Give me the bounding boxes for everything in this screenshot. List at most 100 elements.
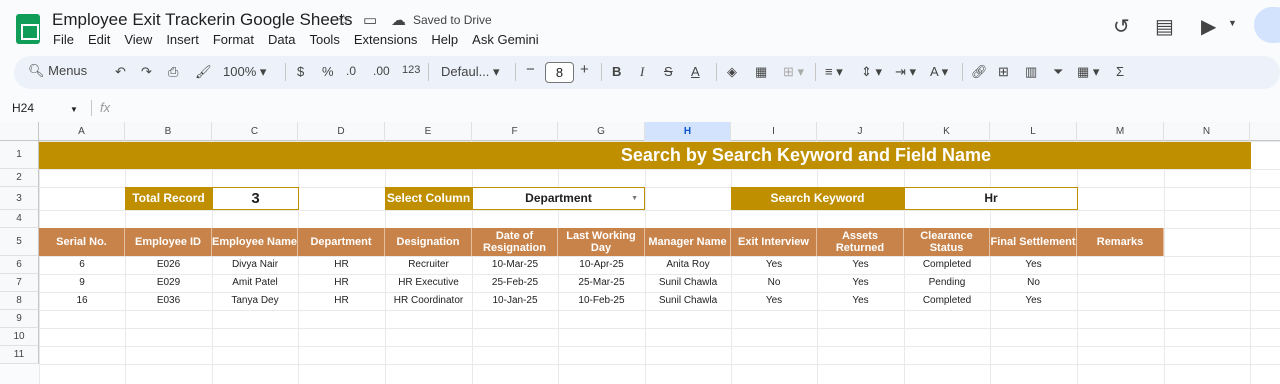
paint-format-icon[interactable]: 🖌︎ (195, 64, 212, 80)
currency-format-button[interactable]: $ (297, 64, 304, 79)
table-header-serial-no[interactable]: Serial No. (39, 228, 125, 256)
search-keyword-label[interactable]: Search Keyword (731, 187, 904, 210)
menus-search[interactable]: 🔍︎ Menus (28, 63, 87, 79)
name-box[interactable]: H24 ▼ (12, 101, 78, 115)
search-keyword-value[interactable]: Hr (904, 187, 1078, 210)
table-header-department[interactable]: Department (298, 228, 385, 256)
number-format-button[interactable]: 123 (402, 64, 420, 76)
move-folder-icon[interactable]: ▭ (363, 11, 377, 29)
table-cell[interactable]: Anita Roy (645, 256, 731, 274)
decrease-decimal-button[interactable]: .0 (346, 64, 356, 78)
table-cell[interactable]: Divya Nair (212, 256, 298, 274)
meet-icon[interactable]: ▶ (1201, 14, 1216, 39)
table-cell[interactable]: HR Executive (385, 274, 472, 292)
table-cell[interactable]: Recruiter (385, 256, 472, 274)
menu-data[interactable]: Data (267, 32, 296, 47)
table-header-remarks[interactable]: Remarks (1077, 228, 1164, 256)
star-icon[interactable]: ☆ (337, 11, 350, 29)
menu-tools[interactable]: Tools (308, 32, 340, 47)
table-header-manager-name[interactable]: Manager Name (645, 228, 731, 256)
table-cell[interactable]: Yes (990, 292, 1077, 310)
fill-color-icon[interactable]: ◈ (727, 64, 737, 80)
meet-dropdown-icon[interactable]: ▼ (1228, 18, 1237, 28)
dropdown-arrow-icon[interactable]: ▼ (631, 188, 638, 209)
text-wrapping-icon[interactable]: ⇥ ▾ (895, 64, 916, 80)
table-header-clearance-status[interactable]: Clearance Status (904, 228, 990, 256)
table-cell[interactable]: 6 (39, 256, 125, 274)
table-cell[interactable]: Pending (904, 274, 990, 292)
font-size-input[interactable]: 8 (545, 62, 574, 83)
row-header-3[interactable]: 3 (0, 187, 39, 210)
row-header-8[interactable]: 8 (0, 292, 39, 310)
font-select[interactable]: Defaul... ▾ (441, 64, 500, 80)
menu-format[interactable]: Format (212, 32, 255, 47)
total-record-value[interactable]: 3 (212, 187, 299, 210)
version-history-icon[interactable]: ↺ (1113, 14, 1130, 39)
column-header-j[interactable]: J (817, 122, 904, 141)
merge-cells-icon[interactable]: ⊞ ▾ (783, 64, 804, 80)
text-color-button[interactable]: A (691, 64, 700, 79)
total-record-label[interactable]: Total Record (125, 187, 212, 210)
table-cell[interactable]: Yes (817, 292, 904, 310)
insert-link-icon[interactable]: 🔗︎ (971, 64, 988, 80)
table-cell[interactable]: Yes (817, 274, 904, 292)
table-cell[interactable]: Amit Patel (212, 274, 298, 292)
horizontal-align-icon[interactable]: ≡ ▾ (825, 64, 843, 80)
row-header-6[interactable]: 6 (0, 256, 39, 274)
bold-button[interactable]: B (612, 64, 621, 79)
decrease-font-size-button[interactable]: − (526, 61, 535, 78)
select-column-dropdown[interactable]: Department ▼ (472, 187, 645, 210)
table-cell[interactable]: 10-Feb-25 (558, 292, 645, 310)
column-header-h[interactable]: H (645, 122, 731, 141)
increase-font-size-button[interactable]: + (580, 61, 589, 78)
menu-insert[interactable]: Insert (165, 32, 200, 47)
insert-comment-icon[interactable]: ⊞ (998, 64, 1009, 80)
column-header-k[interactable]: K (904, 122, 990, 141)
table-cell[interactable]: E026 (125, 256, 212, 274)
menu-help[interactable]: Help (430, 32, 459, 47)
table-cell[interactable]: E029 (125, 274, 212, 292)
table-cell[interactable]: No (731, 274, 817, 292)
table-cell[interactable]: Sunil Chawla (645, 292, 731, 310)
table-cell[interactable]: Yes (731, 292, 817, 310)
name-box-dropdown-icon[interactable]: ▼ (70, 105, 78, 114)
table-cell[interactable]: HR Coordinator (385, 292, 472, 310)
menu-edit[interactable]: Edit (87, 32, 111, 47)
table-cell[interactable] (1077, 274, 1164, 292)
zoom-select[interactable]: 100% ▾ (223, 64, 266, 80)
table-cell[interactable]: 25-Feb-25 (472, 274, 558, 292)
table-header-employee-name[interactable]: Employee Name (212, 228, 298, 256)
column-header-f[interactable]: F (472, 122, 558, 141)
table-cell[interactable]: 9 (39, 274, 125, 292)
row-header-9[interactable]: 9 (0, 310, 39, 328)
row-header-1[interactable]: 1 (0, 141, 39, 169)
select-column-label[interactable]: Select Column (385, 187, 472, 210)
sheet-banner[interactable]: Search by Search Keyword and Field Name (39, 142, 1251, 169)
menu-file[interactable]: File (52, 32, 75, 47)
filter-icon[interactable]: ⏷ (1053, 64, 1063, 80)
row-header-10[interactable]: 10 (0, 328, 39, 346)
menu-extensions[interactable]: Extensions (353, 32, 419, 47)
table-cell[interactable]: Completed (904, 292, 990, 310)
table-cell[interactable]: 10-Mar-25 (472, 256, 558, 274)
column-header-l[interactable]: L (990, 122, 1077, 141)
table-header-exit-interview[interactable]: Exit Interview (731, 228, 817, 256)
row-header-11[interactable]: 11 (0, 346, 39, 364)
table-cell[interactable]: 16 (39, 292, 125, 310)
share-button[interactable] (1254, 7, 1280, 43)
functions-icon[interactable]: Σ (1116, 64, 1124, 79)
strikethrough-button[interactable]: S (664, 64, 673, 79)
table-header-assets-returned[interactable]: Assets Returned (817, 228, 904, 256)
table-header-designation[interactable]: Designation (385, 228, 472, 256)
table-cell[interactable]: 25-Mar-25 (558, 274, 645, 292)
borders-icon[interactable]: ▦ (755, 64, 767, 80)
column-header-a[interactable]: A (39, 122, 125, 141)
italic-button[interactable]: I (640, 64, 644, 80)
print-icon[interactable]: ⎙ (168, 64, 178, 80)
table-cell[interactable]: No (990, 274, 1077, 292)
table-cell[interactable] (1077, 292, 1164, 310)
insert-chart-icon[interactable]: ▥ (1025, 64, 1037, 80)
comments-icon[interactable]: ▤ (1155, 14, 1174, 39)
column-header-i[interactable]: I (731, 122, 817, 141)
column-header-g[interactable]: G (558, 122, 645, 141)
